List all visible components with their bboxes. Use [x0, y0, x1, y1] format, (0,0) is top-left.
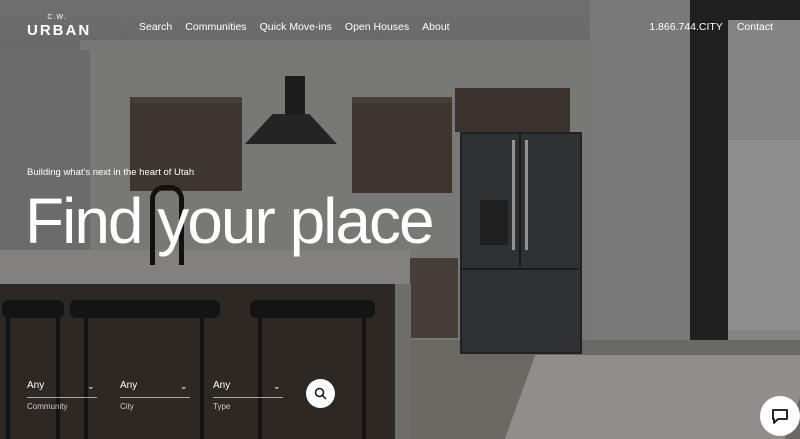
nav-open-houses[interactable]: Open Houses: [345, 21, 409, 33]
city-label: City: [120, 402, 134, 411]
chat-button[interactable]: [760, 396, 800, 436]
type-label: Type: [213, 402, 231, 411]
community-label: Community: [27, 402, 68, 411]
logo-main-text: URBAN: [27, 22, 92, 39]
logo-small-text: C.W.: [47, 14, 67, 21]
main-menu: Search Communities Quick Move-ins Open H…: [139, 21, 450, 33]
chevron-down-icon: ⌄: [180, 381, 188, 391]
type-select[interactable]: Any ⌄ Type: [213, 376, 306, 416]
nav-about[interactable]: About: [422, 21, 449, 33]
search-button[interactable]: [306, 379, 335, 408]
nav-quick-move-ins[interactable]: Quick Move-ins: [260, 21, 332, 33]
phone-link[interactable]: 1.866.744.CITY: [649, 21, 723, 33]
nav-search[interactable]: Search: [139, 21, 172, 33]
city-select[interactable]: Any ⌄ City: [120, 376, 213, 416]
chat-icon: [772, 409, 788, 424]
brand-logo[interactable]: C.W. URBAN: [27, 13, 92, 39]
city-value: Any: [120, 380, 138, 391]
community-value: Any: [27, 380, 45, 391]
nav-communities[interactable]: Communities: [185, 21, 246, 33]
top-navigation: C.W. URBAN Search Communities Quick Move…: [0, 0, 800, 56]
contact-link[interactable]: Contact: [737, 21, 773, 33]
select-underline: [27, 397, 97, 398]
hero-section: C.W. URBAN Search Communities Quick Move…: [0, 0, 800, 439]
hero-tagline: Building what's next in the heart of Uta…: [27, 167, 195, 178]
chevron-down-icon: ⌄: [87, 381, 95, 391]
select-underline: [213, 397, 283, 398]
select-underline: [120, 397, 190, 398]
search-filters: Any ⌄ Community Any ⌄ City Any ⌄ Type: [27, 376, 306, 416]
search-icon: [314, 387, 327, 400]
chevron-down-icon: ⌄: [273, 381, 281, 391]
nav-right: 1.866.744.CITY Contact: [649, 21, 773, 33]
type-value: Any: [213, 380, 231, 391]
community-select[interactable]: Any ⌄ Community: [27, 376, 120, 416]
hero-headline: Find your place: [25, 185, 435, 257]
